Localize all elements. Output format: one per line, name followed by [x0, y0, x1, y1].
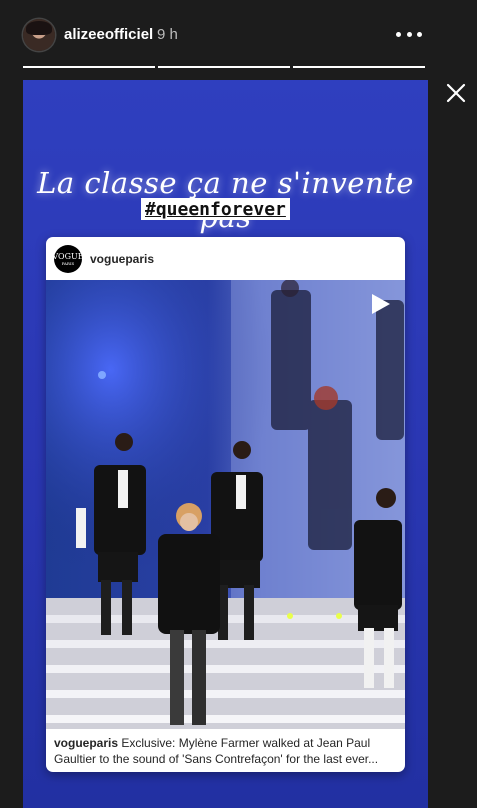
story-username[interactable]: alizeeofficiel [64, 26, 153, 43]
post-caption: vogueparis Exclusive: Mylène Farmer walk… [54, 735, 399, 767]
progress-segment [23, 66, 155, 68]
progress-segment [158, 66, 290, 68]
avatar[interactable] [23, 19, 55, 51]
caption-username[interactable]: vogueparis [54, 736, 118, 750]
story-header: alizeeofficiel 9 h [0, 0, 477, 70]
post-photo[interactable] [46, 280, 405, 729]
story-frame[interactable]: La classe ça ne s'invente pas #queenfore… [23, 80, 428, 808]
story-timestamp: 9 h [157, 26, 178, 43]
story-progress [23, 66, 428, 68]
play-icon[interactable] [368, 292, 392, 316]
post-header: VOGUE PARIS vogueparis [46, 237, 405, 280]
shared-post-card[interactable]: VOGUE PARIS vogueparis vogueparis Exclus… [46, 237, 405, 772]
vogue-paris-logo[interactable]: VOGUE PARIS [52, 245, 84, 273]
runway-photo [46, 280, 405, 729]
hashtag-sticker[interactable]: #queenforever [141, 198, 290, 220]
post-username[interactable]: vogueparis [90, 252, 154, 266]
close-icon[interactable] [445, 82, 467, 104]
more-options-icon[interactable] [396, 22, 422, 46]
progress-segment [293, 66, 425, 68]
